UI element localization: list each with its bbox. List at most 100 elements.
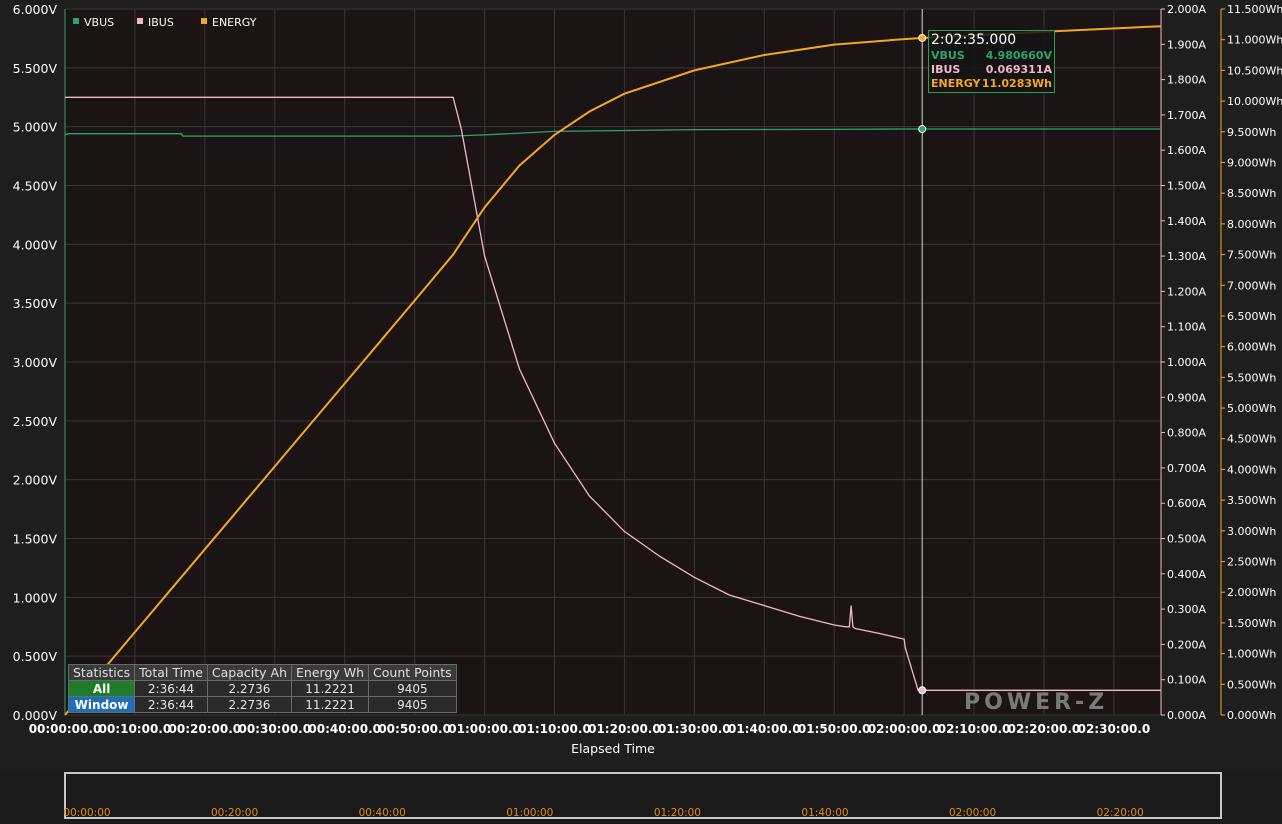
cursor-marker-ibus [918, 686, 927, 695]
navigator-tick-label: 01:00:00 [506, 807, 553, 819]
y-right-energy-tick-label: 10.500Wh [1227, 64, 1282, 77]
y-left-tick-label: 0.500V [13, 649, 58, 664]
y-right-energy-tick-label: 2.000Wh [1227, 586, 1276, 599]
y-right-ibus-tick-label: 2.000A [1167, 3, 1206, 16]
y-right-energy-tick-label: 4.000Wh [1227, 463, 1276, 476]
cursor-value-vbus: 4.980660V [985, 49, 1052, 62]
y-right-energy-tick-label: 5.500Wh [1227, 371, 1276, 384]
stat-points: 9405 [368, 680, 457, 697]
x-tick-label: 00:50:00.0 [378, 722, 451, 736]
stat-energy: 11.2221 [290, 680, 370, 697]
x-tick-label: 02:30:00.0 [1078, 722, 1151, 736]
stat-row-label-window: Window [67, 696, 136, 713]
y-right-energy-tick-label: 3.500Wh [1227, 494, 1276, 507]
y-right-energy-tick-label: 6.500Wh [1227, 310, 1276, 323]
y-right-ibus-tick-label: 1.500A [1167, 180, 1206, 193]
stat-header: Count Points [368, 664, 457, 681]
y-right-energy-tick-label: 1.500Wh [1227, 617, 1276, 630]
y-left-tick-label: 5.000V [13, 120, 58, 135]
stat-row-label-all: All [67, 680, 136, 697]
y-right-ibus-tick-label: 1.600A [1167, 144, 1206, 157]
y-left-tick-label: 4.000V [13, 237, 58, 252]
y-right-ibus-tick-label: 1.200A [1167, 285, 1206, 298]
legend-swatch-energy [201, 18, 207, 24]
y-left-tick-label: 2.000V [13, 473, 58, 488]
y-right-ibus-tick-label: 0.400A [1167, 568, 1206, 581]
x-tick-label: 01:50:00.0 [798, 722, 871, 736]
y-right-ibus-tick-label: 0.000A [1167, 709, 1206, 722]
y-right-ibus-tick-label: 1.700A [1167, 109, 1206, 122]
y-right-ibus-tick-label: 0.200A [1167, 638, 1206, 651]
y-left-tick-label: 1.000V [13, 590, 58, 605]
y-right-ibus-tick-label: 0.900A [1167, 391, 1206, 404]
y-right-energy-tick-label: 3.000Wh [1227, 525, 1276, 538]
x-tick-label: 01:20:00.0 [588, 722, 661, 736]
x-tick-label: 02:00:00.0 [868, 722, 941, 736]
x-tick-label: 01:40:00.0 [728, 722, 801, 736]
y-left-tick-label: 3.500V [13, 296, 58, 311]
y-right-energy-tick-label: 11.500Wh [1227, 3, 1282, 16]
stat-capacity: 2.2736 [206, 696, 293, 713]
x-tick-label: 02:10:00.0 [938, 722, 1011, 736]
x-tick-label: 00:30:00.0 [238, 722, 311, 736]
cursor-label-energy: ENERGY [931, 77, 981, 90]
statistics-table: Statistics Total Time Capacity Ah Energy… [67, 664, 457, 713]
stat-capacity: 2.2736 [206, 680, 293, 697]
power-z-logo: POWER-Z [964, 690, 1109, 715]
y-right-energy-tick-label: 9.000Wh [1227, 156, 1276, 169]
x-tick-label: 00:20:00.0 [169, 722, 242, 736]
statistics-row-window: Window 2:36:44 2.2736 11.2221 9405 [67, 696, 457, 713]
stat-total-time: 2:36:44 [134, 680, 208, 697]
y-right-ibus-tick-label: 1.300A [1167, 250, 1206, 263]
stat-header: Statistics [67, 664, 136, 681]
cursor-label-vbus: VBUS [931, 49, 965, 62]
x-tick-label: 00:40:00.0 [308, 722, 381, 736]
cursor-row-energy: ENERGY 11.0283Wh [931, 77, 1052, 91]
legend-swatch-ibus [137, 18, 143, 24]
cursor-value-energy: 11.0283Wh [981, 77, 1052, 90]
legend-label-ibus: IBUS [148, 16, 174, 29]
y-right-energy-tick-label: 8.500Wh [1227, 187, 1276, 200]
y-left-tick-label: 4.500V [13, 179, 58, 194]
cursor-value-ibus: 0.069311A [985, 63, 1052, 76]
cursor-tooltip: 2:02:35.000 VBUS 4.980660V IBUS 0.069311… [928, 30, 1055, 93]
y-right-ibus-tick-label: 0.800A [1167, 427, 1206, 440]
x-tick-label: 00:00:00.0 [29, 722, 102, 736]
navigator-tick-label: 01:40:00 [801, 807, 848, 819]
navigator-tick-label: 02:20:00 [1097, 807, 1144, 819]
cursor-row-ibus: IBUS 0.069311A [931, 63, 1052, 77]
y-left-tick-label: 5.500V [13, 61, 58, 76]
stat-header: Total Time [134, 664, 208, 681]
y-left-tick-label: 6.000V [13, 2, 58, 17]
y-right-energy-tick-label: 11.000Wh [1227, 34, 1282, 47]
cursor-row-vbus: VBUS 4.980660V [931, 49, 1052, 63]
y-right-energy-tick-label: 7.500Wh [1227, 249, 1276, 262]
y-right-ibus-tick-label: 0.300A [1167, 603, 1206, 616]
y-right-energy-tick-label: 9.500Wh [1227, 126, 1276, 139]
y-right-ibus-tick-label: 0.500A [1167, 533, 1206, 546]
x-tick-label: 00:10:00.0 [99, 722, 172, 736]
stat-header: Energy Wh [290, 664, 370, 681]
stat-header: Capacity Ah [206, 664, 293, 681]
y-right-ibus-tick-label: 1.900A [1167, 38, 1206, 51]
y-right-energy-tick-label: 10.000Wh [1227, 95, 1282, 108]
statistics-header-row: Statistics Total Time Capacity Ah Energy… [67, 664, 457, 681]
y-right-energy-tick-label: 8.000Wh [1227, 218, 1276, 231]
navigator-tick-label: 02:00:00 [949, 807, 996, 819]
statistics-row-all: All 2:36:44 2.2736 11.2221 9405 [67, 680, 457, 697]
navigator-background [0, 770, 1282, 824]
y-right-ibus-tick-label: 0.600A [1167, 497, 1206, 510]
legend-label-vbus: VBUS [84, 16, 114, 29]
navigator-tick-label: 00:20:00 [211, 807, 258, 819]
y-left-tick-label: 0.000V [13, 708, 58, 723]
y-right-ibus-tick-label: 1.400A [1167, 215, 1206, 228]
x-axis-label: Elapsed Time [571, 741, 655, 756]
y-right-energy-tick-label: 2.500Wh [1227, 556, 1276, 569]
cursor-marker-vbus [918, 125, 927, 134]
navigator-tick-label: 00:00:00 [63, 807, 110, 819]
legend-label-energy: ENERGY [212, 16, 257, 29]
cursor-label-ibus: IBUS [931, 63, 961, 76]
cursor-time: 2:02:35.000 [931, 32, 1017, 48]
x-tick-label: 01:10:00.0 [518, 722, 591, 736]
x-tick-label: 01:00:00.0 [448, 722, 521, 736]
